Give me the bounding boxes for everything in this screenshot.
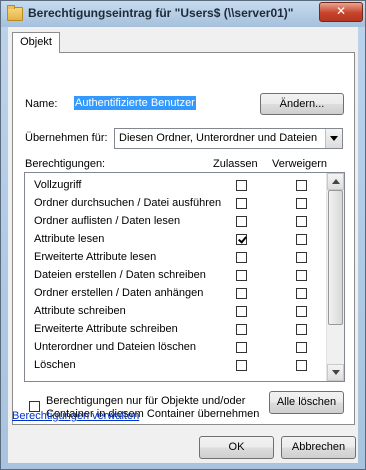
allow-checkbox[interactable] [236, 324, 247, 335]
dialog-client-area: Objekt Name: Authentifizierte Benutzer Ä… [8, 27, 358, 463]
deny-checkbox[interactable] [296, 324, 307, 335]
deny-checkbox[interactable] [296, 198, 307, 209]
deny-checkbox[interactable] [296, 252, 307, 263]
cancel-button[interactable]: Abbrechen [281, 436, 356, 459]
deny-checkbox[interactable] [296, 234, 307, 245]
chevron-down-icon[interactable] [325, 129, 342, 148]
ok-button[interactable]: OK [199, 436, 274, 459]
permission-label: Erweiterte Attribute schreiben [34, 323, 178, 335]
apply-to-select[interactable]: Diesen Ordner, Unterordner und Dateien [114, 128, 343, 149]
permission-label: Ordner auflisten / Daten lesen [34, 215, 181, 227]
permission-row: Attribute schreiben [25, 303, 328, 321]
deny-checkbox[interactable] [296, 180, 307, 191]
permission-label: Ordner durchsuchen / Datei ausführen [34, 197, 222, 209]
permission-label: Ordner erstellen / Daten anhängen [34, 287, 204, 299]
deny-checkbox[interactable] [296, 216, 307, 227]
allow-checkbox[interactable] [236, 306, 247, 317]
allow-checkbox[interactable] [236, 234, 247, 245]
deny-checkbox[interactable] [296, 288, 307, 299]
clear-all-button[interactable]: Alle löschen [269, 391, 344, 414]
permission-row: Dateien erstellen / Daten schreiben [25, 267, 328, 285]
allow-checkbox[interactable] [236, 270, 247, 281]
allow-checkbox[interactable] [236, 342, 247, 353]
change-button[interactable]: Ändern... [260, 93, 344, 115]
permission-row: Löschen [25, 357, 328, 375]
allow-checkbox[interactable] [236, 288, 247, 299]
deny-checkbox[interactable] [296, 360, 307, 371]
allow-checkbox[interactable] [236, 252, 247, 263]
allow-checkbox[interactable] [236, 360, 247, 371]
deny-checkbox[interactable] [296, 270, 307, 281]
scroll-up-arrow-icon[interactable] [327, 173, 344, 190]
name-value: Authentifizierte Benutzer [74, 96, 196, 110]
apply-only-label-line1: Berechtigungen nur für Objekte und/oder [46, 395, 246, 407]
title-bar[interactable]: Berechtigungseintrag für "Users$ (\\serv… [1, 1, 365, 27]
permission-label: Erweiterte Attribute lesen [34, 251, 157, 263]
permissions-scrollbar[interactable] [326, 173, 344, 381]
permission-row: Vollzugriff [25, 177, 328, 195]
permission-row: Ordner erstellen / Daten anhängen [25, 285, 328, 303]
deny-checkbox[interactable] [296, 342, 307, 353]
permission-row: Erweiterte Attribute schreiben [25, 321, 328, 339]
allow-checkbox[interactable] [236, 180, 247, 191]
permissions-list: Löschen Unterordner und Dateien löschen Er… [24, 172, 345, 382]
permission-entry-dialog: Berechtigungseintrag für "Users$ (\\serv… [0, 0, 366, 470]
apply-to-label: Übernehmen für: [25, 132, 108, 144]
apply-to-selected: Diesen Ordner, Unterordner und Dateien [119, 132, 318, 144]
permission-label: Löschen [34, 359, 76, 371]
permission-label: Vollzugriff [34, 179, 82, 191]
scroll-down-arrow-icon[interactable] [327, 364, 344, 381]
allow-checkbox[interactable] [236, 216, 247, 227]
deny-checkbox[interactable] [296, 306, 307, 317]
allow-checkbox[interactable] [236, 198, 247, 209]
permission-row: Ordner auflisten / Daten lesen [25, 213, 328, 231]
permission-row: Erweiterte Attribute lesen [25, 249, 328, 267]
tab-objekt[interactable]: Objekt [12, 32, 60, 53]
name-field[interactable]: Authentifizierte Benutzer [71, 94, 213, 113]
permission-label: Attribute schreiben [34, 305, 126, 317]
name-label: Name: [25, 98, 58, 110]
deny-column-header: Verweigern [272, 158, 328, 170]
folder-icon [7, 5, 23, 21]
permission-label: Unterordner und Dateien löschen [34, 341, 197, 353]
permission-label: Dateien erstellen / Daten schreiben [34, 269, 206, 281]
permission-label: Attribute lesen [34, 233, 105, 245]
permission-row: Ordner durchsuchen / Datei ausführen [25, 195, 328, 213]
allow-column-header: Zulassen [213, 158, 258, 170]
tab-panel-objekt: Name: Authentifizierte Benutzer Ändern..… [12, 52, 355, 425]
permission-row: Attribute lesen [25, 231, 328, 249]
window-title: Berechtigungseintrag für "Users$ (\\serv… [28, 6, 294, 20]
permission-row: Unterordner und Dateien löschen [25, 339, 328, 357]
scrollbar-thumb[interactable] [328, 190, 343, 325]
permissions-label: Berechtigungen: [25, 158, 106, 170]
close-button[interactable]: ✕ [319, 2, 363, 22]
manage-permissions-link[interactable]: Berechtigungen verwalten [12, 410, 139, 422]
